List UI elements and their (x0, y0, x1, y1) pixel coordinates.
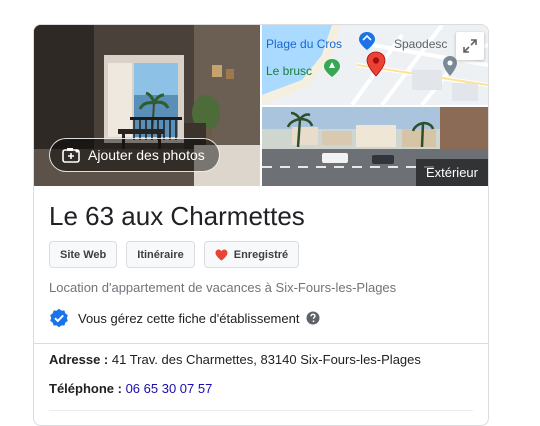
verified-owner-text: Vous gérez cette fiche d'établissement (78, 310, 300, 326)
help-icon[interactable] (306, 311, 320, 325)
saved-button[interactable]: Enregistré (203, 241, 300, 268)
add-photos-button[interactable]: Ajouter des photos (49, 138, 220, 172)
address-value: 41 Trav. des Charmettes, 83140 Six-Fours… (111, 352, 421, 367)
park-pin-icon (324, 59, 340, 77)
heart-icon (215, 249, 228, 260)
verified-check-icon (50, 308, 68, 328)
saved-button-label: Enregistré (233, 248, 289, 261)
phone-label: Téléphone : (49, 381, 122, 396)
beach-pin-icon (359, 32, 375, 50)
directions-button-label: Itinéraire (137, 248, 184, 261)
expand-map-button[interactable] (456, 32, 484, 60)
bottom-divider (49, 410, 473, 411)
action-buttons: Site Web Itinéraire Enregistré (49, 241, 300, 268)
verified-owner-row: Vous gérez cette fiche d'établissement (49, 308, 320, 328)
website-button[interactable]: Site Web (49, 241, 118, 268)
map-label-beach: Plage du Cros (266, 37, 343, 51)
camera-plus-icon (62, 148, 80, 163)
section-divider (34, 343, 488, 344)
expand-icon (463, 39, 477, 53)
phone-link[interactable]: 06 65 30 07 57 (126, 381, 213, 396)
website-button-label: Site Web (60, 248, 107, 261)
map-label-area: Le brusc (266, 64, 313, 78)
business-name: Le 63 aux Charmettes (49, 201, 305, 231)
exterior-label: Extérieur (415, 159, 488, 186)
map-thumbnail[interactable]: Plage du Cros Le brusc Spaodesc (262, 25, 488, 105)
map-pin-icon (366, 51, 386, 77)
photo-gallery: Ajouter des photos Plage du Cros Le brus… (34, 25, 488, 186)
interior-photo[interactable]: Ajouter des photos (34, 25, 260, 186)
add-photos-label: Ajouter des photos (88, 147, 205, 163)
business-profile-card: Ajouter des photos Plage du Cros Le brus… (33, 24, 489, 426)
business-category: Location d'appartement de vacances à Six… (49, 280, 397, 295)
phone-row: Téléphone : 06 65 30 07 57 (49, 381, 212, 396)
address-row: Adresse : 41 Trav. des Charmettes, 83140… (49, 352, 421, 367)
address-label: Adresse : (49, 352, 109, 367)
map-label-place: Spaodesc (394, 37, 448, 51)
directions-button[interactable]: Itinéraire (126, 241, 195, 268)
exterior-photo[interactable]: Extérieur (262, 107, 488, 186)
